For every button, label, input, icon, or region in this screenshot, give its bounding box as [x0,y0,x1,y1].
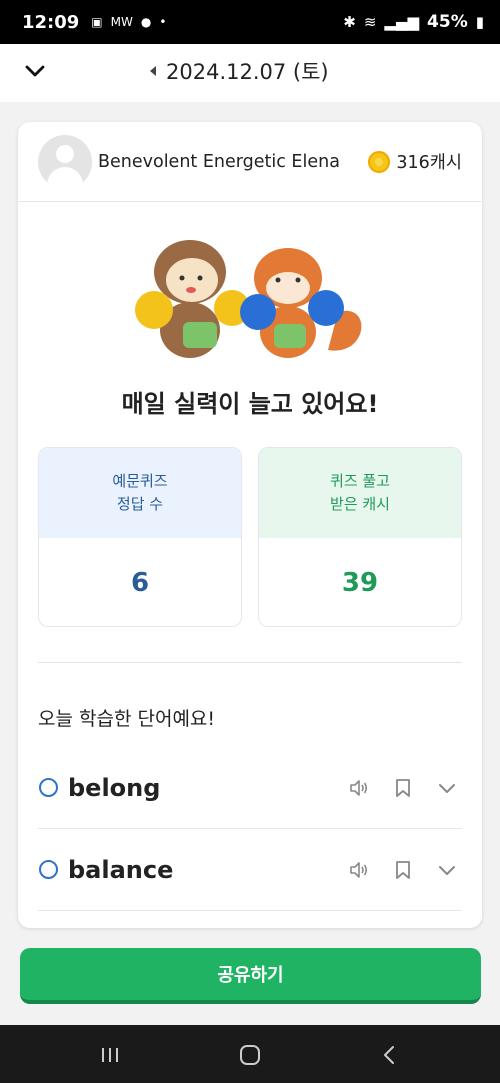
coin-icon [368,150,391,173]
bookmark-icon[interactable] [392,777,414,799]
stat-value: 6 [130,568,150,598]
status-bar: 12:09 ▣ MW ● • ✱ ≋ ▂▄▆ 45% ▮ [0,0,500,44]
headline: 매일 실력이 늘고 있어요! [121,390,379,418]
avatar [38,134,92,189]
top-bar: 2024.12.07 (토) [0,44,500,102]
stat-value: 39 [341,568,379,598]
stat-label-line1: 퀴즈 풀고 [330,471,390,490]
date-label: 2024.12.07 (토) [166,60,329,84]
quiz-correct-stat: 예문퀴즈 정답 수 6 [38,447,242,627]
app-notification-icon: MW [110,15,133,29]
chevron-down-icon[interactable] [436,777,458,799]
signal-icon: ▂▄▆ [384,13,420,31]
share-button[interactable]: 공유하기 [20,948,481,1004]
user-name: Benevolent Energetic Elena [98,151,340,172]
notification-icon: ● [140,15,152,29]
circle-icon [39,778,58,797]
system-nav-bar [0,1025,500,1083]
cheering-characters-illustration [135,240,362,358]
chevron-down-icon[interactable] [436,859,458,881]
caret-left-icon[interactable] [150,66,156,76]
date-selector[interactable]: 2024.12.07 (토) [150,56,329,86]
dot-icon: • [159,15,167,29]
user-row: Benevolent Energetic Elena 316캐시 [18,122,482,202]
stat-label-line2: 받은 캐시 [330,495,390,513]
cash-earned-stat: 퀴즈 풀고 받은 캐시 39 [258,447,462,627]
gallery-icon: ▣ [91,15,103,29]
word-text: balance [68,855,174,884]
word-text: belong [68,773,161,802]
cash-balance: 316캐시 [368,149,462,174]
stat-label-line2: 정답 수 [116,495,164,513]
divider [38,662,462,663]
word-row[interactable]: balance [38,829,462,911]
home-icon[interactable] [238,1043,262,1067]
words-section-title: 오늘 학습한 단어예요! [38,708,216,730]
status-time: 12:09 [22,11,80,33]
bluetooth-icon: ✱ [343,13,356,31]
back-icon[interactable] [378,1043,402,1067]
wifi-icon: ≋ [363,13,377,31]
result-card: Benevolent Energetic Elena 316캐시 매일 실력이 … [18,122,482,928]
word-row[interactable]: belong [38,747,462,829]
recent-apps-icon[interactable] [98,1043,122,1067]
speaker-icon[interactable] [348,859,370,881]
speaker-icon[interactable] [348,777,370,799]
cash-amount: 316캐시 [396,153,462,173]
circle-icon [39,860,58,879]
battery-level: 45% [427,12,468,32]
stat-label-line1: 예문퀴즈 [112,471,168,490]
bookmark-icon[interactable] [392,859,414,881]
battery-icon: ▮ [475,13,484,31]
chevron-down-icon[interactable] [22,58,48,84]
